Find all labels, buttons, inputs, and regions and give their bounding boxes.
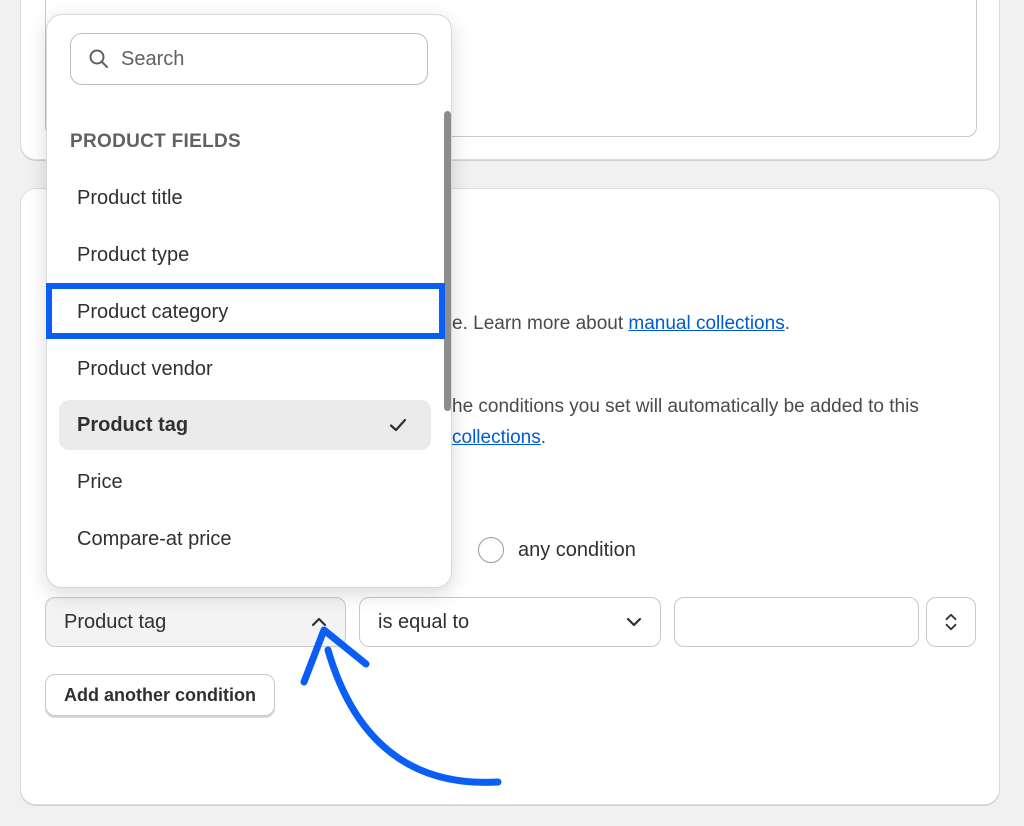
option-product-vendor[interactable]: Product vendor (59, 344, 431, 394)
option-product-tag[interactable]: Product tag (59, 400, 431, 450)
option-price[interactable]: Price (59, 457, 431, 507)
option-product-title[interactable]: Product title (59, 173, 431, 223)
any-condition-radio[interactable] (478, 537, 504, 563)
option-compare-at-price[interactable]: Compare-at price (59, 514, 431, 564)
annotation-arrow-icon (300, 626, 502, 786)
automated-collections-link[interactable]: collections (452, 427, 541, 448)
section-header-product-fields: PRODUCT FIELDS (70, 131, 241, 152)
dropdown-search[interactable] (70, 33, 428, 85)
highlight-box-product-category (46, 283, 445, 339)
dropdown-scrollbar[interactable] (444, 111, 451, 411)
automated-collection-description: he conditions you set will automatically… (452, 396, 919, 417)
checkmark-icon (389, 418, 407, 432)
condition-value-input[interactable] (674, 597, 919, 647)
manual-collections-link[interactable]: manual collections (628, 313, 784, 334)
any-condition-label: any condition (518, 539, 636, 561)
manual-collection-description: e. Learn more about manual collections. (452, 313, 790, 334)
stepper-icon (945, 613, 957, 631)
option-product-type[interactable]: Product type (59, 230, 431, 280)
condition-value-stepper[interactable] (926, 597, 976, 647)
search-icon (89, 49, 108, 68)
condition-field-value: Product tag (64, 610, 167, 633)
chevron-down-icon (626, 617, 642, 627)
automated-collection-description-line2: collections. (452, 427, 546, 448)
add-another-condition-button[interactable]: Add another condition (45, 674, 275, 716)
search-input[interactable] (121, 47, 401, 71)
